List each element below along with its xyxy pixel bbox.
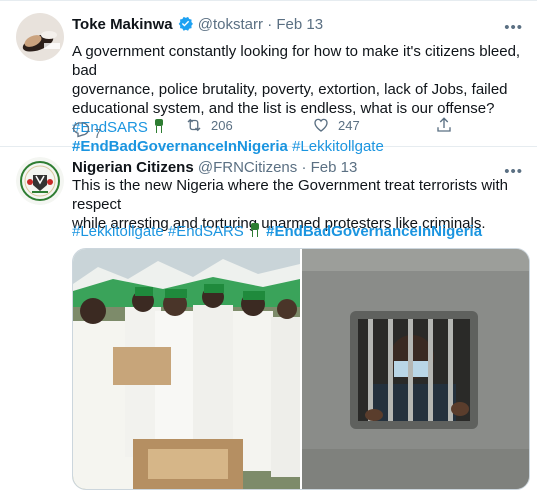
detention-photo[interactable]	[302, 249, 529, 489]
tweet-media[interactable]	[72, 248, 530, 490]
like-count: 247	[338, 117, 360, 133]
tweet-text-line: A government constantly looking for how …	[72, 43, 521, 79]
separator-dot: ·	[301, 159, 307, 176]
tweet-header: Nigerian Citizens @FRNCitizens · Feb 13	[72, 159, 357, 176]
avatar-image	[16, 13, 64, 61]
tweet-text-line: governance, police brutality, poverty, e…	[72, 81, 508, 98]
hashtag-link[interactable]: #EndBadGovernanceInNigeria	[266, 223, 482, 240]
author-handle[interactable]: @FRNCitizens	[198, 159, 297, 176]
reply-icon	[72, 121, 90, 137]
raised-fist-emoji-icon	[248, 223, 262, 240]
tweet-hashtags: #Lekkitollgate #EndSARS #EndBadGovernanc…	[72, 222, 527, 241]
tweet-nigerian-citizens[interactable]: Nigerian Citizens @FRNCitizens · Feb 13 …	[0, 145, 537, 491]
retweet-button[interactable]: 206	[185, 116, 233, 134]
tweet-header: Toke Makinwa @tokstarr · Feb 13	[72, 15, 323, 36]
avatar[interactable]	[16, 13, 64, 61]
reply-count: 7	[94, 126, 102, 141]
tweet-text-line: This is the new Nigeria where the Govern…	[72, 177, 509, 213]
share-button[interactable]	[435, 116, 453, 134]
tweet-actions: 7 206 247	[72, 116, 502, 141]
retweet-icon	[187, 118, 201, 132]
ceremony-photo[interactable]	[73, 249, 300, 489]
author-name[interactable]: Toke Makinwa	[72, 16, 173, 33]
avatar[interactable]	[16, 157, 64, 205]
tweet-text: A government constantly looking for how …	[72, 42, 527, 156]
tweet-date[interactable]: Feb 13	[311, 159, 358, 176]
retweet-count: 206	[211, 117, 233, 133]
author-handle[interactable]: @tokstarr	[198, 16, 263, 33]
like-button[interactable]: 247	[312, 116, 360, 134]
hashtag-link[interactable]: #EndSARS	[168, 223, 244, 240]
tweet-date[interactable]: Feb 13	[276, 16, 323, 33]
reply-button[interactable]: 7	[72, 116, 101, 141]
verified-badge-icon	[177, 15, 194, 36]
tweet-text-segment: educational system, and the list is endl…	[72, 100, 495, 117]
more-options-icon[interactable]: •••	[504, 19, 523, 36]
tweet-toke-makinwa[interactable]: Toke Makinwa @tokstarr · Feb 13 ••• A go…	[0, 0, 537, 155]
coat-of-arms-icon	[16, 157, 64, 205]
share-icon	[437, 117, 451, 132]
separator-dot: ·	[267, 16, 273, 33]
hashtag-link[interactable]: #Lekkitollgate	[72, 223, 164, 240]
heart-icon	[314, 118, 328, 132]
author-name[interactable]: Nigerian Citizens	[72, 159, 194, 176]
